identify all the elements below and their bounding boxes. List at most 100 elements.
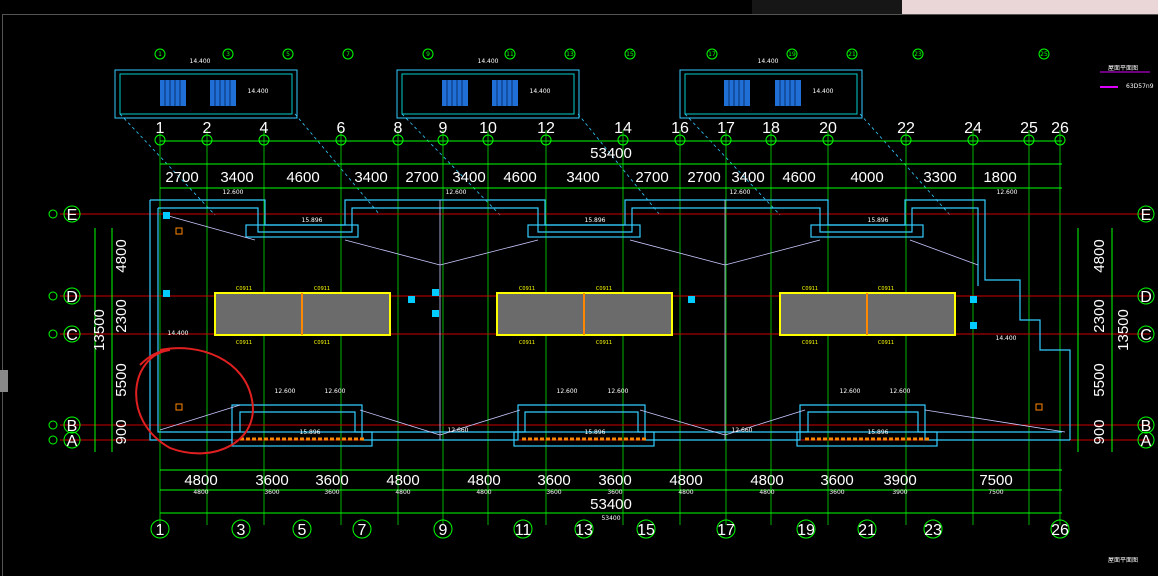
column-label-bottom: 23 (924, 522, 942, 539)
column-label-bottom: 7 (358, 522, 367, 539)
svg-text:14.400: 14.400 (813, 88, 834, 95)
dimension-label-top: 3400 (354, 169, 387, 186)
dimension-label-top: 3400 (731, 169, 764, 186)
cad-viewport[interactable]: 1 3 5 7 9 11 13 15 17 19 21 23 25 14.400… (0, 0, 1158, 576)
dimension-label-bottom-small: 3600 (546, 489, 561, 496)
row-label-left: D (66, 289, 78, 306)
dimension-label-top: 4600 (503, 169, 536, 186)
side-code: 63D57n9 (1126, 83, 1154, 90)
column-label-bottom: 1 (156, 522, 165, 539)
dimension-label-top: 3400 (220, 169, 253, 186)
panel-tab[interactable] (0, 370, 8, 392)
svg-text:15.896: 15.896 (302, 217, 323, 224)
svg-text:13500: 13500 (91, 309, 108, 351)
overall-dimension-top: 53400 (590, 145, 632, 162)
column-label-top: 20 (819, 120, 837, 137)
row-bubble-left-small (48, 291, 58, 301)
axis-bubble-label: 1 (158, 51, 162, 58)
column-label-top: 17 (717, 120, 735, 137)
column-label-top: 22 (897, 120, 915, 137)
row-bubble-left-small (48, 435, 58, 445)
dimension-label-bottom-small: 4800 (395, 489, 410, 496)
column-label-top: 4 (260, 120, 269, 137)
dimension-label-top: 2700 (635, 169, 668, 186)
svg-text:C0911: C0911 (236, 286, 252, 292)
dimension-label-top: 3400 (566, 169, 599, 186)
svg-text:2300: 2300 (113, 299, 130, 332)
dimension-label-bottom: 4800 (467, 472, 500, 489)
row-label-left: C (66, 327, 78, 344)
dimension-label-top: 4600 (782, 169, 815, 186)
column-label-top: 26 (1051, 120, 1069, 137)
column-label-bottom: 5 (298, 522, 307, 539)
axis-bubble-label: 7 (346, 51, 350, 58)
svg-text:12.600: 12.600 (325, 388, 346, 395)
axis-bubble-label: 11 (506, 51, 514, 58)
dimension-label-bottom-small: 4800 (759, 489, 774, 496)
svg-text:12.600: 12.600 (275, 388, 296, 395)
dimension-label-bottom-small: 4800 (678, 489, 693, 496)
column-label-bottom: 11 (515, 522, 532, 539)
svg-text:12.600: 12.600 (730, 189, 751, 196)
overall-dimension-bottom-small: 53400 (601, 515, 620, 522)
axis-bubble-label: 25 (1040, 51, 1048, 58)
dimension-label-bottom: 3900 (883, 472, 916, 489)
svg-text:12.600: 12.600 (223, 189, 244, 196)
svg-text:15.896: 15.896 (868, 429, 889, 436)
axis-bubble-label: 9 (426, 51, 430, 58)
svg-text:14.400: 14.400 (248, 88, 269, 95)
column-label-top: 10 (479, 120, 497, 137)
dimension-label-bottom-small: 3600 (829, 489, 844, 496)
svg-text:12.600: 12.600 (890, 388, 911, 395)
column-label-bottom: 9 (439, 522, 448, 539)
svg-text:12.600: 12.600 (840, 388, 861, 395)
row-bubble-left-small (48, 329, 58, 339)
dimension-label-top: 2700 (405, 169, 438, 186)
svg-text:C0911: C0911 (596, 340, 612, 346)
row-bubble-left-small (48, 209, 58, 219)
dimension-label-bottom: 4800 (750, 472, 783, 489)
dimension-label-bottom-small: 3600 (264, 489, 279, 496)
svg-text:12.600: 12.600 (446, 189, 467, 196)
column-label-bottom: 3 (237, 522, 246, 539)
svg-text:14.400: 14.400 (996, 335, 1017, 342)
dimension-label-top: 2700 (165, 169, 198, 186)
row-axis-right: EDCBA (1137, 205, 1155, 450)
dimension-label-bottom-small: 4800 (476, 489, 491, 496)
svg-text:4800: 4800 (113, 239, 130, 272)
svg-text:15.896: 15.896 (585, 429, 606, 436)
column-label-top: 14 (614, 120, 632, 137)
dimension-label-top: 3300 (923, 169, 956, 186)
floor-plan-drawing[interactable]: 1 3 5 7 9 11 13 15 17 19 21 23 25 14.400… (0, 0, 1158, 575)
svg-text:12.660: 12.660 (448, 427, 469, 434)
dimension-label-bottom-small: 3900 (892, 489, 907, 496)
annotation-circle (135, 347, 254, 455)
axis-bubble-label: 17 (708, 51, 716, 58)
dimension-label-bottom: 4800 (386, 472, 419, 489)
svg-text:14.400: 14.400 (758, 58, 779, 65)
axis-bubble-label: 13 (566, 51, 574, 58)
axis-bubble-label: 23 (914, 51, 922, 58)
row-axis-left: EDCBA (48, 205, 81, 450)
column-label-top: 9 (439, 120, 448, 137)
column-label-bottom: 15 (637, 522, 655, 539)
svg-text:14.400: 14.400 (530, 88, 551, 95)
row-label-right: C (1140, 327, 1152, 344)
svg-text:12.660: 12.660 (732, 427, 753, 434)
axis-bubble-label: 3 (226, 51, 230, 58)
dimension-label-top: 2700 (687, 169, 720, 186)
svg-text:13500: 13500 (1115, 309, 1132, 351)
column-label-bottom: 19 (797, 522, 815, 539)
column-label-top: 12 (537, 120, 555, 137)
svg-text:14.400: 14.400 (478, 58, 499, 65)
column-label-bottom: 26 (1051, 522, 1069, 539)
dimension-label-top: 4000 (850, 169, 883, 186)
dimension-label-bottom-small: 3600 (607, 489, 622, 496)
svg-text:14.400: 14.400 (168, 330, 189, 337)
column-label-top: 25 (1020, 120, 1038, 137)
vertical-dimension-left: 4800 2300 5500 900 13500 (91, 228, 130, 452)
stair-blocks (214, 292, 956, 336)
column-label-bottom: 17 (717, 522, 735, 539)
column-label-top: 16 (671, 120, 689, 137)
dimension-row-bottom: 4800 3600 3600 4800 4800 3600 3600 4800 4800 3600… (184, 472, 1012, 496)
